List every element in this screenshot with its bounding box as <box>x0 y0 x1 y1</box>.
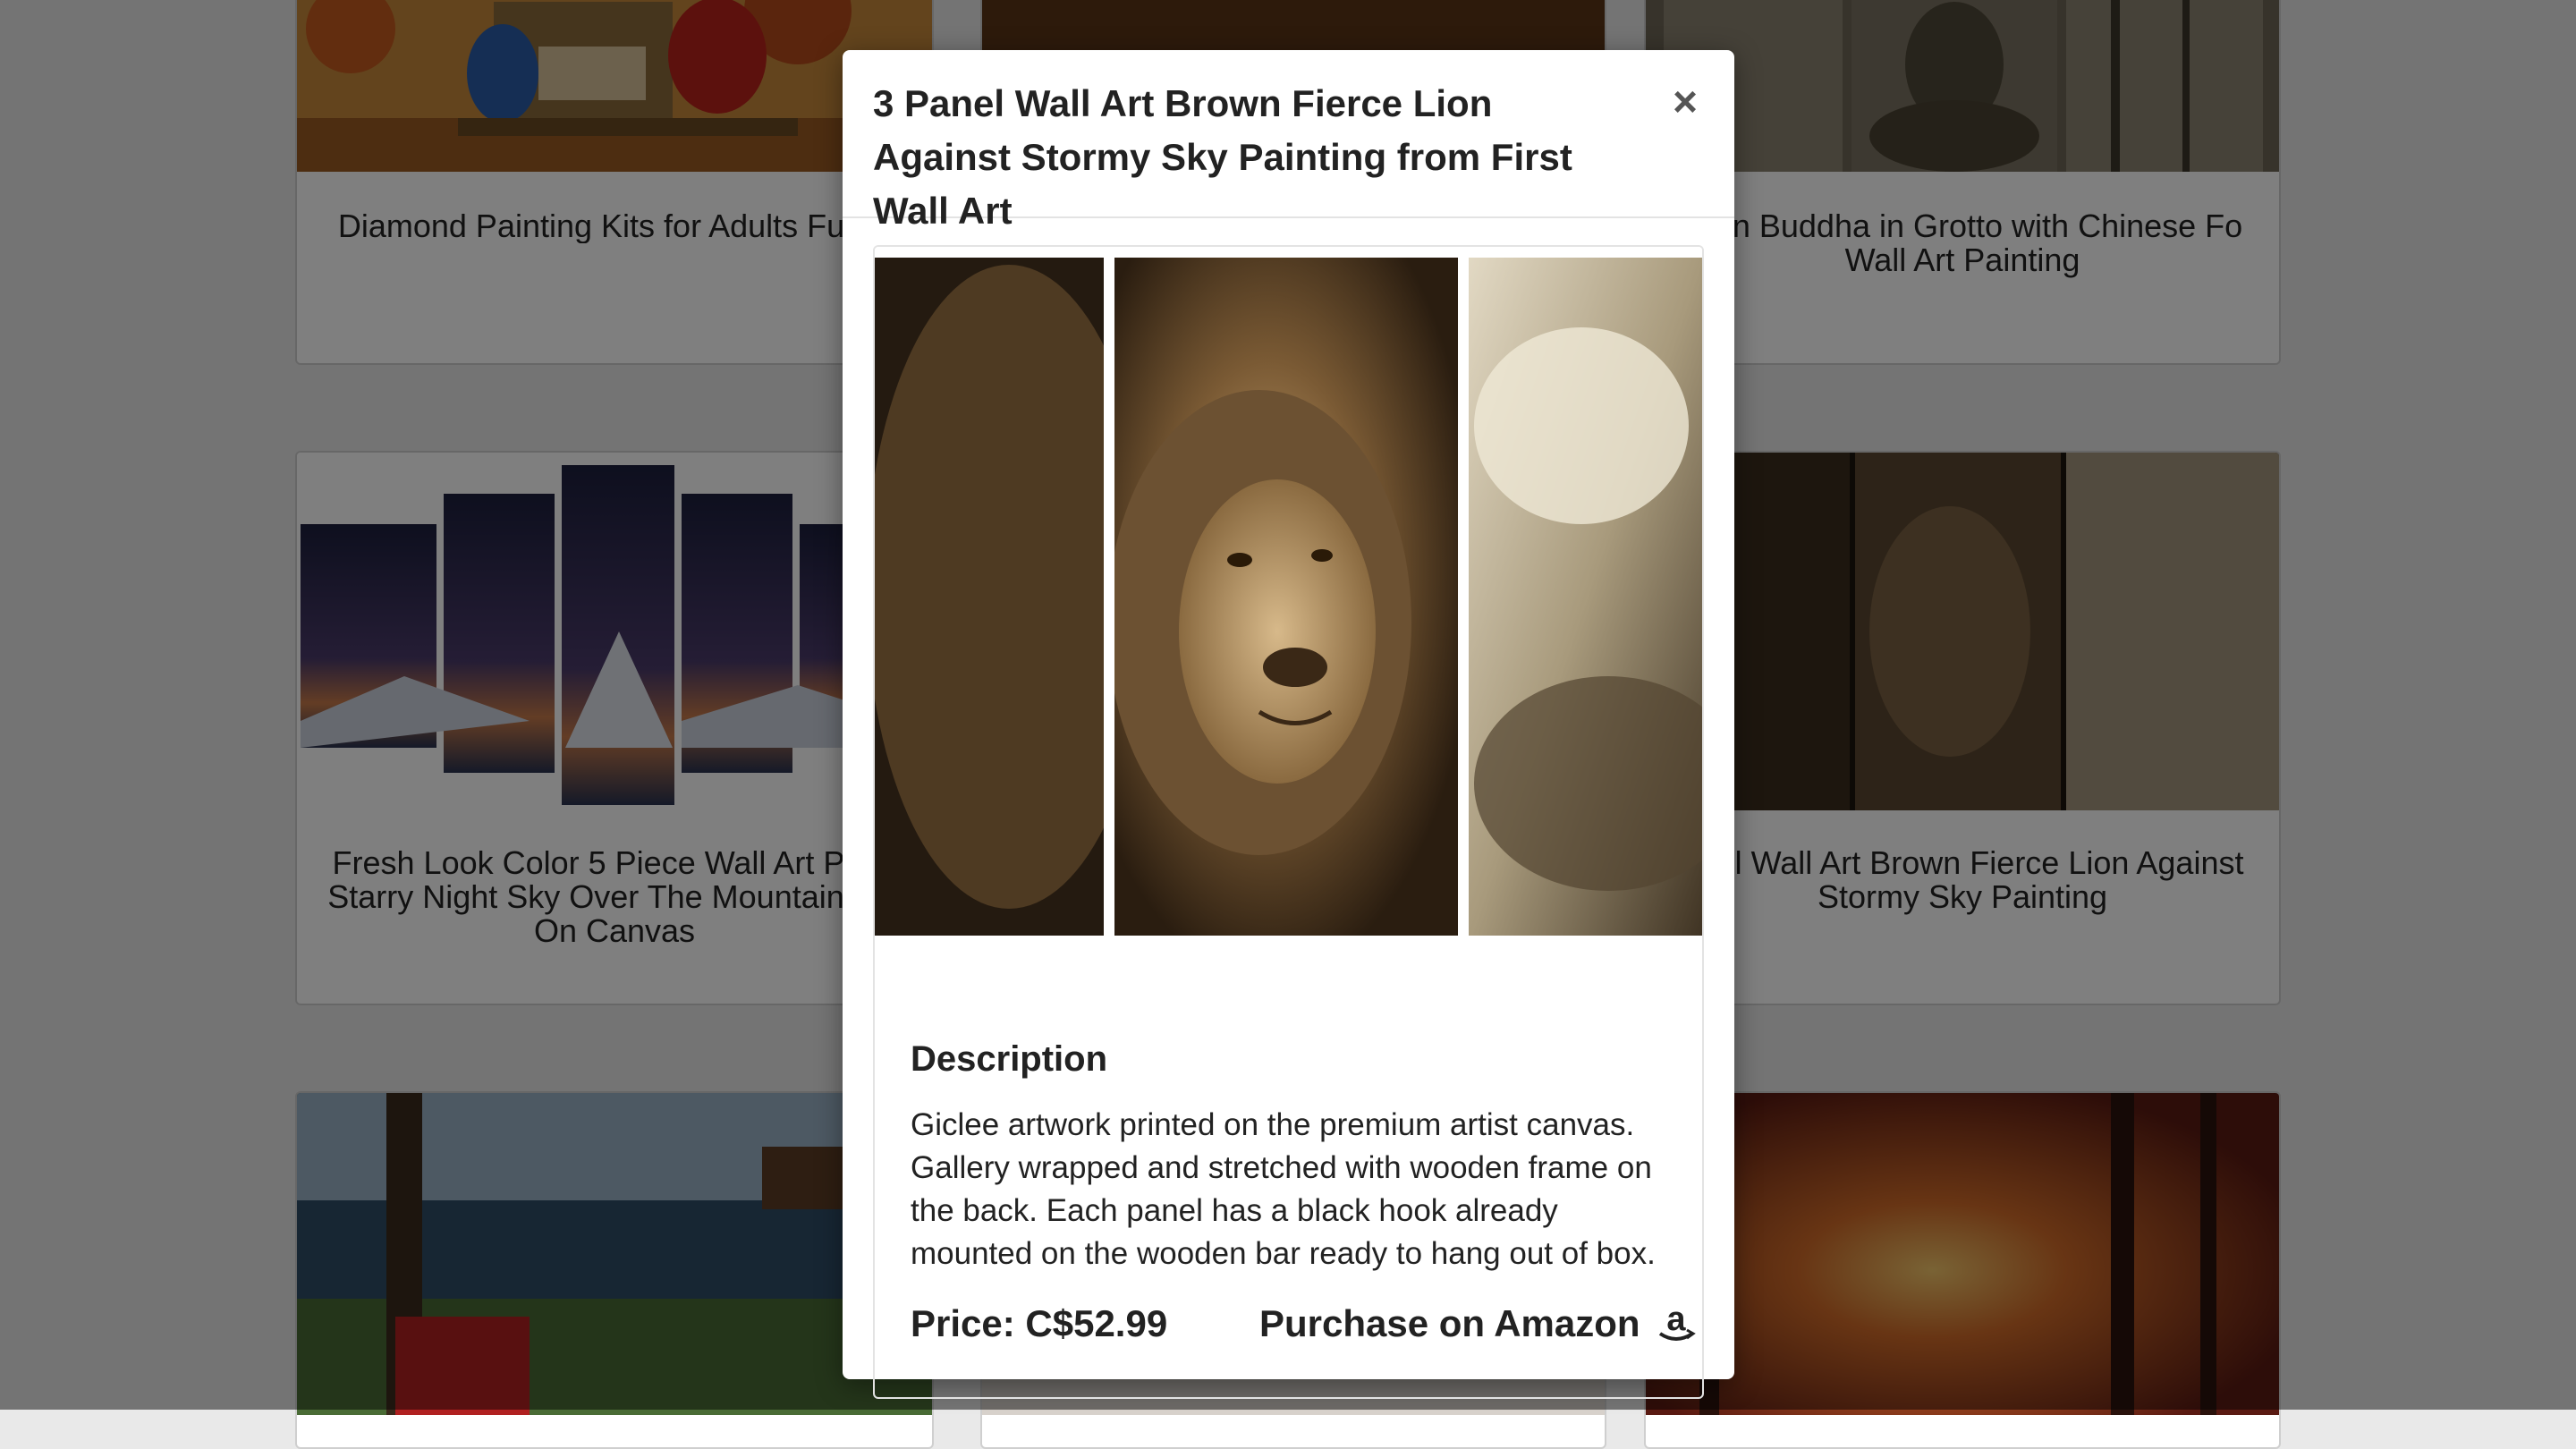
product-modal: 3 Panel Wall Art Brown Fierce Lion Again… <box>843 50 1734 1399</box>
description-heading: Description <box>911 1039 1108 1079</box>
modal-body: Description Giclee artwork printed on th… <box>873 245 1704 1399</box>
lion-triptych-image <box>875 247 1702 949</box>
price-label: Price: C$52.99 <box>911 1302 1168 1344</box>
close-button[interactable]: × <box>1666 81 1704 124</box>
purchase-on-amazon-link[interactable]: Purchase on Amazon a <box>1259 1302 1696 1345</box>
amazon-logo-icon: a <box>1658 1303 1696 1341</box>
modal-header: 3 Panel Wall Art Brown Fierce Lion Again… <box>843 50 1734 232</box>
description-text: Giclee artwork printed on the premium ar… <box>911 1107 1656 1271</box>
modal-title: 3 Panel Wall Art Brown Fierce Lion Again… <box>873 82 1572 232</box>
svg-text:a: a <box>1666 1303 1686 1338</box>
purchase-label: Purchase on Amazon <box>1259 1302 1640 1344</box>
